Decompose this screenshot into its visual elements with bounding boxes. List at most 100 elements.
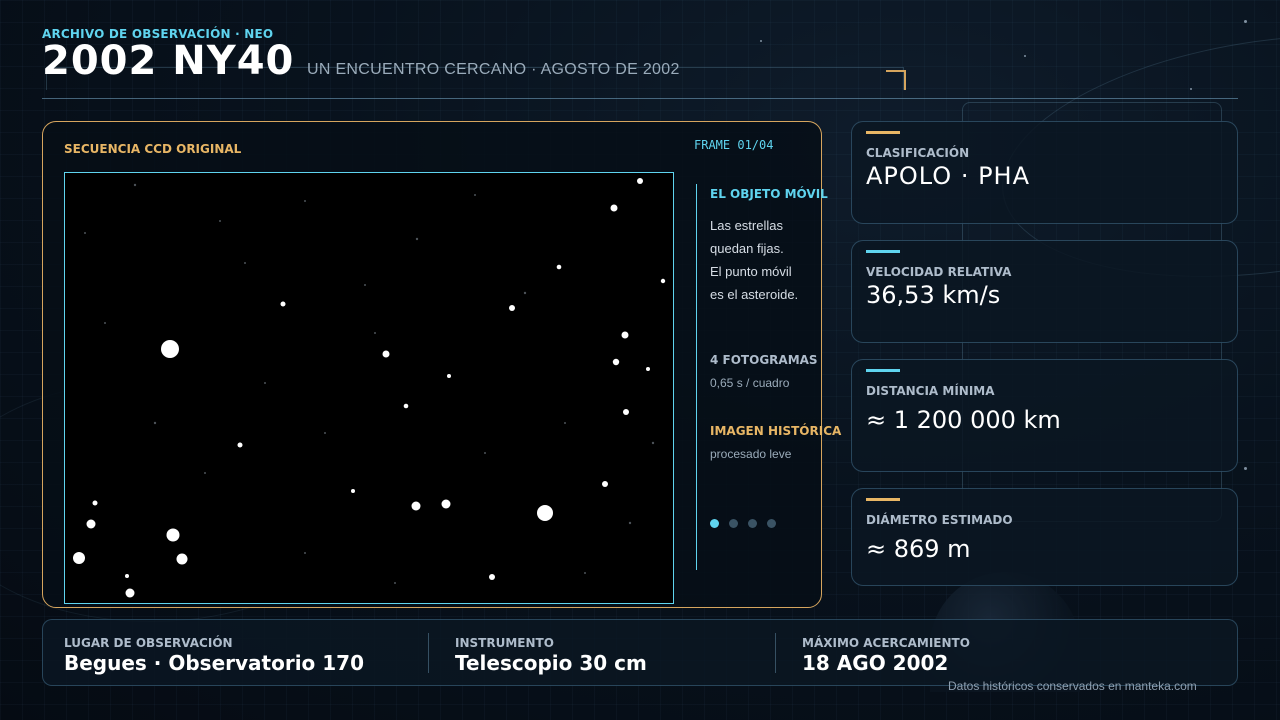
description-line: El punto móvil bbox=[710, 264, 792, 279]
star bbox=[623, 409, 629, 415]
stat-label: VELOCIDAD RELATIVA bbox=[866, 265, 1012, 279]
star bbox=[351, 489, 355, 493]
frame-dot-3[interactable] bbox=[748, 519, 757, 528]
frame-counter: FRAME 01/04 bbox=[694, 138, 774, 152]
faint-star bbox=[304, 552, 306, 554]
faint-star bbox=[415, 237, 419, 241]
ccd-image[interactable] bbox=[64, 172, 674, 604]
stat-accent bbox=[866, 131, 900, 134]
stat-value: ≈ 869 m bbox=[866, 535, 971, 563]
star bbox=[646, 367, 650, 371]
closest-approach-value: 18 AGO 2002 bbox=[802, 651, 949, 675]
faint-star bbox=[219, 220, 221, 222]
star bbox=[537, 505, 553, 521]
closest-approach-label: MÁXIMO ACERCAMIENTO bbox=[802, 636, 970, 650]
star bbox=[489, 574, 495, 580]
faint-star bbox=[628, 521, 632, 525]
star bbox=[92, 500, 98, 506]
frames-heading: 4 FOTOGRAMAS bbox=[710, 353, 818, 367]
star bbox=[637, 178, 643, 184]
historic-detail: procesado leve bbox=[710, 447, 792, 461]
faint-star bbox=[474, 194, 476, 196]
faint-star bbox=[523, 291, 527, 295]
faint-star bbox=[484, 452, 486, 454]
star bbox=[612, 358, 620, 366]
frame-dot-4[interactable] bbox=[767, 519, 776, 528]
frames-detail: 0,65 s / cuadro bbox=[710, 376, 790, 390]
faint-star bbox=[84, 232, 86, 234]
moving-object-description: Las estrellas quedan fijas. El punto móv… bbox=[710, 214, 798, 306]
description-line: quedan fijas. bbox=[710, 241, 784, 256]
stat-accent bbox=[866, 250, 900, 253]
star bbox=[176, 553, 188, 565]
star bbox=[382, 350, 390, 358]
stat-value: ≈ 1 200 000 km bbox=[866, 406, 1061, 434]
star bbox=[610, 204, 618, 212]
faint-star bbox=[133, 183, 137, 187]
stat-label: CLASIFICACIÓN bbox=[866, 146, 970, 160]
page-title: 2002 NY40 bbox=[42, 38, 295, 84]
star bbox=[602, 481, 608, 487]
star-field bbox=[73, 178, 666, 598]
star bbox=[237, 442, 243, 448]
star bbox=[125, 574, 129, 578]
moving-object-heading: EL OBJETO MÓVIL bbox=[710, 187, 828, 201]
faint-star bbox=[104, 322, 106, 324]
stat-accent bbox=[866, 498, 900, 501]
faint-star bbox=[304, 200, 306, 202]
footer-credit: Datos históricos conservados en manteka.… bbox=[948, 679, 1197, 693]
star bbox=[86, 519, 96, 529]
info-divider bbox=[428, 633, 429, 673]
star bbox=[441, 499, 451, 509]
corner-bracket bbox=[886, 70, 906, 90]
faint-star bbox=[364, 284, 366, 286]
star bbox=[660, 278, 666, 284]
star bbox=[509, 305, 515, 311]
instrument-value: Telescopio 30 cm bbox=[455, 651, 647, 675]
faint-star bbox=[153, 421, 157, 425]
star bbox=[125, 588, 135, 598]
historic-heading: IMAGEN HISTÓRICA bbox=[710, 424, 842, 438]
faint-star bbox=[584, 572, 586, 574]
faint-star bbox=[324, 432, 326, 434]
stat-label: DIÁMETRO ESTIMADO bbox=[866, 513, 1013, 527]
stat-value: 36,53 km/s bbox=[866, 281, 1001, 309]
info-divider bbox=[775, 633, 776, 673]
stat-card-diameter: DIÁMETRO ESTIMADO ≈ 869 m bbox=[851, 488, 1238, 586]
frame-pagination bbox=[710, 519, 776, 528]
bg-star bbox=[1024, 55, 1026, 57]
location-label: LUGAR DE OBSERVACIÓN bbox=[64, 636, 233, 650]
faint-star bbox=[394, 582, 396, 584]
stat-accent bbox=[866, 369, 900, 372]
star bbox=[447, 374, 451, 378]
page-subtitle: UN ENCUENTRO CERCANO · AGOSTO DE 2002 bbox=[307, 61, 680, 78]
star bbox=[161, 340, 179, 358]
star bbox=[411, 501, 421, 511]
sidebar-divider bbox=[696, 184, 697, 570]
location-value: Begues · Observatorio 170 bbox=[64, 651, 365, 675]
bg-star bbox=[1244, 20, 1247, 23]
stat-label: DISTANCIA MÍNIMA bbox=[866, 384, 995, 398]
faint-star bbox=[374, 332, 376, 334]
description-line: es el asteroide. bbox=[710, 287, 799, 302]
faint-star bbox=[651, 441, 655, 445]
stat-card-min-distance: DISTANCIA MÍNIMA ≈ 1 200 000 km bbox=[851, 359, 1238, 472]
star bbox=[166, 528, 180, 542]
frame-dot-1[interactable] bbox=[710, 519, 719, 528]
faint-star bbox=[244, 262, 246, 264]
stat-value: APOLO · PHA bbox=[866, 162, 1031, 190]
description-line: Las estrellas bbox=[710, 218, 783, 233]
instrument-label: INSTRUMENTO bbox=[455, 636, 554, 650]
bg-star bbox=[1190, 88, 1192, 90]
faint-star bbox=[564, 422, 566, 424]
bg-star bbox=[1244, 467, 1247, 470]
viewer-label: SECUENCIA CCD ORIGINAL bbox=[64, 142, 242, 156]
bg-star bbox=[760, 40, 762, 42]
star bbox=[73, 552, 85, 564]
stat-card-classification: CLASIFICACIÓN APOLO · PHA bbox=[851, 121, 1238, 224]
header-divider bbox=[42, 98, 1238, 99]
star bbox=[556, 264, 562, 270]
faint-star bbox=[204, 472, 206, 474]
star bbox=[280, 301, 286, 307]
frame-dot-2[interactable] bbox=[729, 519, 738, 528]
